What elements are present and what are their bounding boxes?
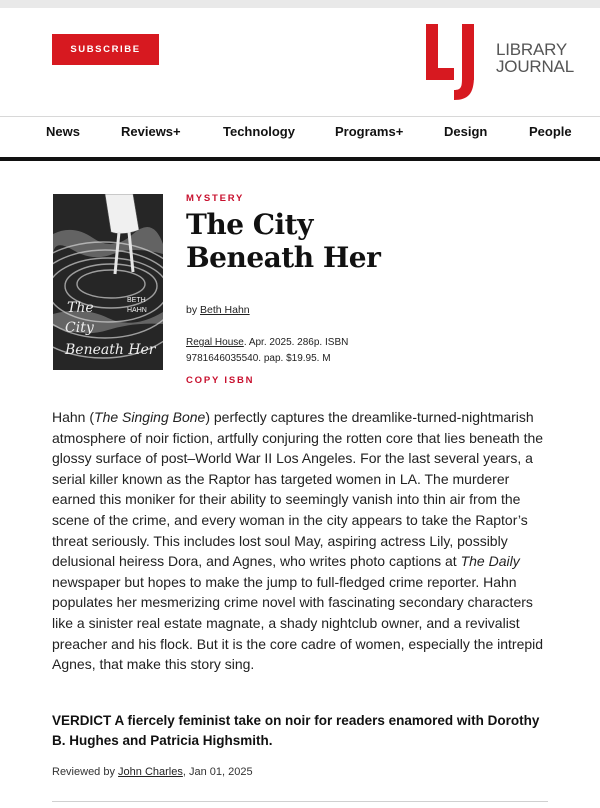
- site-header: SUBSCRIBE LIBRARY JOURNAL: [0, 8, 600, 116]
- verdict: VERDICT A fiercely feminist take on noir…: [52, 713, 540, 748]
- reviewer-link[interactable]: John Charles: [118, 766, 183, 778]
- author-link[interactable]: Beth Hahn: [200, 304, 250, 316]
- cover-author-2: HAHN: [127, 307, 147, 314]
- cover-title-2: City: [65, 320, 95, 336]
- publication-details: Regal House. Apr. 2025. 286p. ISBN 97816…: [186, 335, 386, 367]
- subscribe-button[interactable]: SUBSCRIBE: [52, 34, 159, 65]
- cover-art: BETH HAHN The City Beneath Her: [53, 194, 163, 370]
- main-nav: News Reviews+ Technology Programs+ Desig…: [0, 116, 600, 161]
- library-journal-logo[interactable]: LIBRARY JOURNAL: [424, 22, 584, 102]
- logo-line-journal: JOURNAL: [496, 57, 574, 76]
- cover-title-3: Beneath Her: [64, 342, 157, 358]
- genre-label[interactable]: MYSTERY: [186, 193, 244, 204]
- body-part-2: ) perfectly captures the dreamlike-turne…: [52, 409, 544, 570]
- cover-author-1: BETH: [127, 297, 146, 304]
- review-credit: Reviewed by John Charles, Jan 01, 2025: [52, 766, 253, 778]
- nav-item-programs[interactable]: Programs+: [335, 124, 403, 139]
- nav-item-news[interactable]: News: [46, 124, 80, 139]
- body-part-1: Hahn (: [52, 409, 95, 425]
- body-em-1: The Singing Bone: [94, 409, 206, 425]
- lj-logo-mark: [426, 24, 474, 100]
- byline: by Beth Hahn: [186, 304, 250, 316]
- nav-item-design[interactable]: Design: [444, 124, 487, 139]
- cover-title-1: The: [67, 300, 94, 316]
- pub-details-1: . Apr. 2025. 286p. ISBN: [243, 337, 349, 348]
- publisher-link[interactable]: Regal House: [186, 337, 244, 348]
- nav-item-technology[interactable]: Technology: [223, 124, 295, 139]
- byline-prefix: by: [186, 304, 198, 316]
- logo-wordmark: LIBRARY JOURNAL: [496, 41, 574, 75]
- pub-details-2: 9781646035540. pap. $19.95. M: [186, 353, 331, 364]
- divider: [52, 801, 548, 802]
- nav-item-people[interactable]: People: [529, 124, 572, 139]
- body-em-2: The Daily: [460, 553, 520, 570]
- book-title: The City Beneath Her: [186, 208, 426, 274]
- book-cover-image[interactable]: BETH HAHN The City Beneath Her: [53, 194, 163, 370]
- review-date: , Jan 01, 2025: [182, 766, 253, 778]
- nav-item-reviews[interactable]: Reviews+: [121, 124, 181, 139]
- review-body: Hahn (The Singing Bone) perfectly captur…: [52, 407, 548, 675]
- top-strip: [0, 0, 600, 8]
- title-line-2: Beneath Her: [186, 241, 381, 274]
- title-line-1: The City: [186, 208, 313, 241]
- logo-line-library: LIBRARY: [496, 40, 568, 59]
- copy-isbn-button[interactable]: COPY ISBN: [186, 375, 254, 386]
- body-part-3: newspaper but hopes to make the jump to …: [52, 573, 544, 673]
- reviewed-prefix: Reviewed by: [52, 766, 115, 778]
